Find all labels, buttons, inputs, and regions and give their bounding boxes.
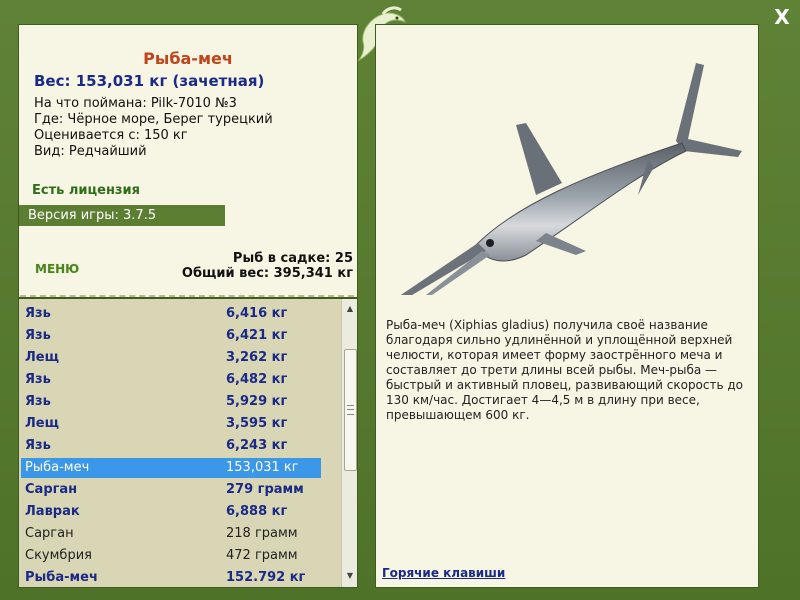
list-item-weight: 279 грамм (226, 482, 304, 497)
location-text: Где: Чёрное море, Берег турецкий (34, 112, 273, 127)
list-item-weight: 153,031 кг (226, 460, 299, 475)
list-item-weight: 218 грамм (226, 526, 298, 541)
fish-title: Рыба-меч (143, 49, 233, 68)
list-item[interactable]: Язь 6,416 кг (21, 304, 321, 324)
rarity-text: Вид: Редчайший (34, 144, 147, 159)
list-item-name: Лаврак (25, 504, 80, 519)
list-item-weight: 3,595 кг (226, 416, 288, 431)
grip-icon (347, 405, 354, 415)
list-item-name: Язь (25, 306, 51, 321)
list-item[interactable]: Язь 6,482 кг (21, 370, 321, 390)
list-item-name: Язь (25, 328, 51, 343)
list-item[interactable]: Рыба-меч 152.792 кг (21, 568, 321, 587)
menu-button[interactable]: МЕНЮ (35, 262, 79, 276)
scrollbar[interactable]: ▲ ▼ (341, 299, 357, 587)
list-item[interactable]: Язь 6,243 кг (21, 436, 321, 456)
fish-weight: Вес: 153,031 кг (зачетная) (34, 72, 265, 90)
list-item-weight: 6,421 кг (226, 328, 288, 343)
fish-info-panel: Рыба-меч Вес: 153,031 кг (зачетная) На ч… (18, 24, 358, 298)
list-item-name: Язь (25, 394, 51, 409)
fish-description: Рыба-меч (Xiphias gladius) получила своё… (386, 318, 744, 422)
cage-total-weight: Общий вес: 395,341 кг (181, 266, 353, 281)
list-item-weight: 472 грамм (226, 548, 298, 563)
list-item-weight: 6,243 кг (226, 438, 288, 453)
list-item-name: Рыба-меч (25, 570, 98, 585)
list-item[interactable]: Лещ 3,595 кг (21, 414, 321, 434)
list-item-weight: 6,482 кг (226, 372, 288, 387)
list-item-name: Язь (25, 438, 51, 453)
list-item-weight: 6,888 кг (226, 504, 288, 519)
list-item-weight: 152.792 кг (226, 570, 306, 585)
list-item-name: Лещ (25, 350, 59, 365)
close-icon[interactable]: X (771, 6, 793, 28)
divider (20, 295, 354, 297)
list-item-name: Сарган (25, 526, 74, 541)
list-item-weight: 5,929 кг (226, 394, 288, 409)
list-item-name: Язь (25, 372, 51, 387)
list-item-name: Скумбрия (25, 548, 92, 563)
caught-on-text: На что поймана: Pilk-7010 №3 (34, 96, 237, 111)
list-item[interactable]: Лаврак 6,888 кг (21, 502, 321, 522)
license-status: Есть лицензия (32, 183, 140, 198)
list-item[interactable]: Язь 5,929 кг (21, 392, 321, 412)
cage-count: Рыб в садке: 25 (232, 251, 353, 266)
list-item[interactable]: Скумбрия 472 грамм (21, 546, 321, 566)
scroll-up-icon[interactable]: ▲ (342, 302, 357, 316)
hotkeys-link[interactable]: Горячие клавиши (382, 566, 505, 580)
list-item-name: Лещ (25, 416, 59, 431)
fish-detail-panel: Рыба-меч (Xiphias gladius) получила своё… (375, 24, 759, 588)
list-item-weight: 6,416 кг (226, 306, 288, 321)
scrollbar-thumb[interactable] (344, 349, 357, 471)
list-item[interactable]: Язь 6,421 кг (21, 326, 321, 346)
list-item[interactable]: Рыба-меч 153,031 кг (21, 458, 321, 478)
cage-summary: Рыб в садке: 25 Общий вес: 395,341 кг (182, 251, 353, 281)
catch-list: Язь 6,416 кг Язь 6,421 кг Лещ 3,262 кг Язь 6,48… (18, 298, 358, 588)
scroll-down-icon[interactable]: ▼ (342, 569, 357, 583)
list-item-weight: 3,262 кг (226, 350, 288, 365)
list-item[interactable]: Сарган 218 грамм (21, 524, 321, 544)
value-text: Оценивается с: 150 кг (34, 128, 188, 143)
list-item-name: Сарган (25, 482, 78, 497)
list-item[interactable]: Сарган 279 грамм (21, 480, 321, 500)
list-item[interactable]: Лещ 3,262 кг (21, 348, 321, 368)
swordfish-image (400, 63, 742, 295)
list-item-name: Рыба-меч (25, 460, 90, 475)
version-bar: Версия игры: 3.7.5 (19, 205, 225, 226)
